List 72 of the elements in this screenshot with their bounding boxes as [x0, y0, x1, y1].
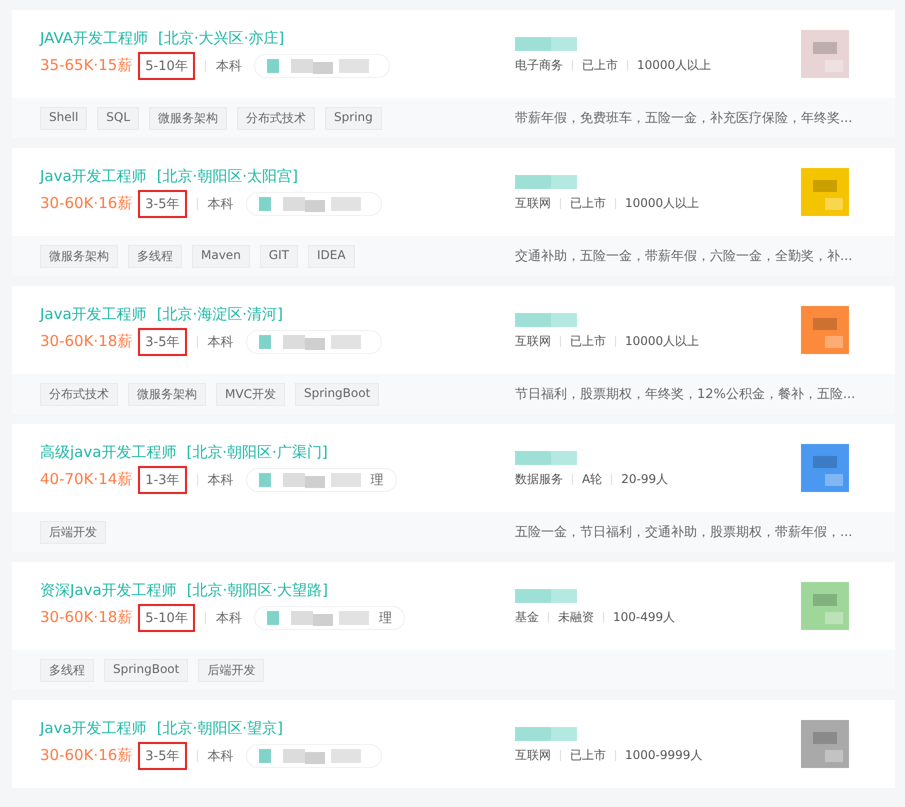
company-size: 100-499人	[613, 608, 676, 626]
job-location: [北京·朝阳区·广渠门]	[186, 442, 328, 462]
salary: 35-65K·15薪	[40, 56, 132, 75]
job-location: [北京·朝阳区·望京]	[156, 718, 283, 738]
skill-tag: GIT	[260, 244, 298, 268]
skill-tag: 后端开发	[198, 658, 264, 682]
company-size: 10000人以上	[625, 194, 700, 212]
company-funding: 已上市	[570, 194, 606, 212]
company-funding: 已上市	[582, 56, 618, 74]
job-card[interactable]: 资深Java开发工程师 [北京·朝阳区·大望路] 30-60K·18薪 5-10年 本科 理 基金 未融资 100-499人 多线程 SpringBoot 后端开发	[12, 562, 895, 690]
skill-tag: 微服务架构	[40, 244, 118, 268]
salary: 30-60K·18薪	[40, 608, 132, 627]
company-size: 10000人以上	[637, 56, 712, 74]
skill-tag: Shell	[40, 106, 88, 130]
salary: 30-60K·18薪	[40, 332, 132, 351]
benefits-text: 带薪年假，免费班车，五险一金，补充医疗保险，年终奖...	[515, 110, 852, 127]
recruiter-name: 理	[378, 610, 392, 626]
education: 本科	[216, 610, 242, 626]
job-card[interactable]: JAVA开发工程师 [北京·大兴区·亦庄] 35-65K·15薪 5-10年 本科 电子商务 已上市 10000人以上 Shell SQL 微服务架构 分布式技术 Spring 带薪年假，免费班车，五险一金，补充医疗保险，年终奖...	[12, 10, 895, 138]
job-card[interactable]: Java开发工程师 [北京·朝阳区·太阳宫] 30-60K·16薪 3-5年 本科 互联网 已上市 10000人以上 微服务架构 多线程 Maven GIT IDEA 交通补助，五险一金，带薪年假，六险一金，全勤奖，补...	[12, 148, 895, 276]
job-location: [北京·朝阳区·大望路]	[186, 580, 328, 600]
company-funding: 未融资	[558, 608, 594, 626]
salary: 30-60K·16薪	[40, 746, 132, 765]
skill-tag: 多线程	[128, 244, 182, 268]
company-funding: 已上市	[570, 332, 606, 350]
company-industry: 互联网	[515, 332, 551, 350]
recruiter-name: 理	[370, 472, 384, 488]
skill-tag: 微服务架构	[128, 382, 206, 406]
skill-tag: SpringBoot	[104, 658, 188, 682]
experience: 5-10年	[138, 604, 195, 632]
job-location: [北京·朝阳区·太阳宫]	[156, 166, 298, 186]
experience: 3-5年	[138, 190, 187, 218]
benefits-text: 节日福利，股票期权，年终奖，12%公积金，餐补，五险...	[515, 386, 856, 403]
job-card[interactable]: Java开发工程师 [北京·朝阳区·望京] 30-60K·16薪 3-5年 本科 互联网 已上市 1000-9999人	[12, 700, 895, 788]
company-industry: 互联网	[515, 194, 551, 212]
experience: 1-3年	[138, 466, 187, 494]
company-industry: 数据服务	[515, 470, 563, 488]
company-industry: 电子商务	[515, 56, 563, 74]
skill-tag: 微服务架构	[149, 106, 228, 130]
skill-tag: Maven	[192, 244, 250, 268]
experience: 5-10年	[138, 52, 195, 80]
skill-tag: 分布式技术	[40, 382, 118, 406]
salary: 30-60K·16薪	[40, 194, 132, 213]
benefits-text: 五险一金，节日福利，交通补助，股票期权，带薪年假，...	[515, 524, 852, 541]
skill-tag: 分布式技术	[237, 106, 316, 130]
company-size: 1000-9999人	[625, 746, 702, 764]
education: 本科	[208, 334, 234, 350]
skill-tag: MVC开发	[216, 382, 285, 406]
benefits-text: 交通补助，五险一金，带薪年假，六险一金，全勤奖，补...	[515, 248, 852, 265]
skill-tag: SQL	[97, 106, 140, 130]
skill-tag: Spring	[325, 106, 382, 130]
company-funding: 已上市	[570, 746, 606, 764]
skill-tag: SpringBoot	[294, 382, 380, 406]
education: 本科	[216, 58, 242, 74]
skill-tag: 多线程	[40, 658, 94, 682]
company-funding: A轮	[582, 470, 602, 488]
job-card[interactable]: Java开发工程师 [北京·海淀区·清河] 30-60K·18薪 3-5年 本科 互联网 已上市 10000人以上 分布式技术 微服务架构 MVC开发 SpringBoot 节日福利，股票期权，年终奖，12%公积金，餐补，五险...	[12, 286, 895, 414]
experience: 3-5年	[138, 328, 187, 356]
skill-tag: IDEA	[308, 244, 355, 268]
job-location: [北京·大兴区·亦庄]	[158, 28, 284, 48]
skill-tag: 后端开发	[40, 520, 106, 544]
education: 本科	[208, 196, 234, 212]
experience: 3-5年	[138, 742, 187, 770]
salary: 40-70K·14薪	[40, 470, 132, 489]
education: 本科	[208, 748, 234, 764]
company-industry: 互联网	[515, 746, 551, 764]
company-size: 10000人以上	[625, 332, 700, 350]
company-industry: 基金	[515, 608, 539, 626]
education: 本科	[208, 472, 234, 488]
company-size: 20-99人	[621, 470, 668, 488]
job-location: [北京·海淀区·清河]	[156, 304, 283, 324]
job-card[interactable]: 高级java开发工程师 [北京·朝阳区·广渠门] 40-70K·14薪 1-3年 本科 理 数据服务 A轮 20-99人 后端开发 五险一金，节日福利，交通补助，股票期权，带薪年假，...	[12, 424, 895, 552]
